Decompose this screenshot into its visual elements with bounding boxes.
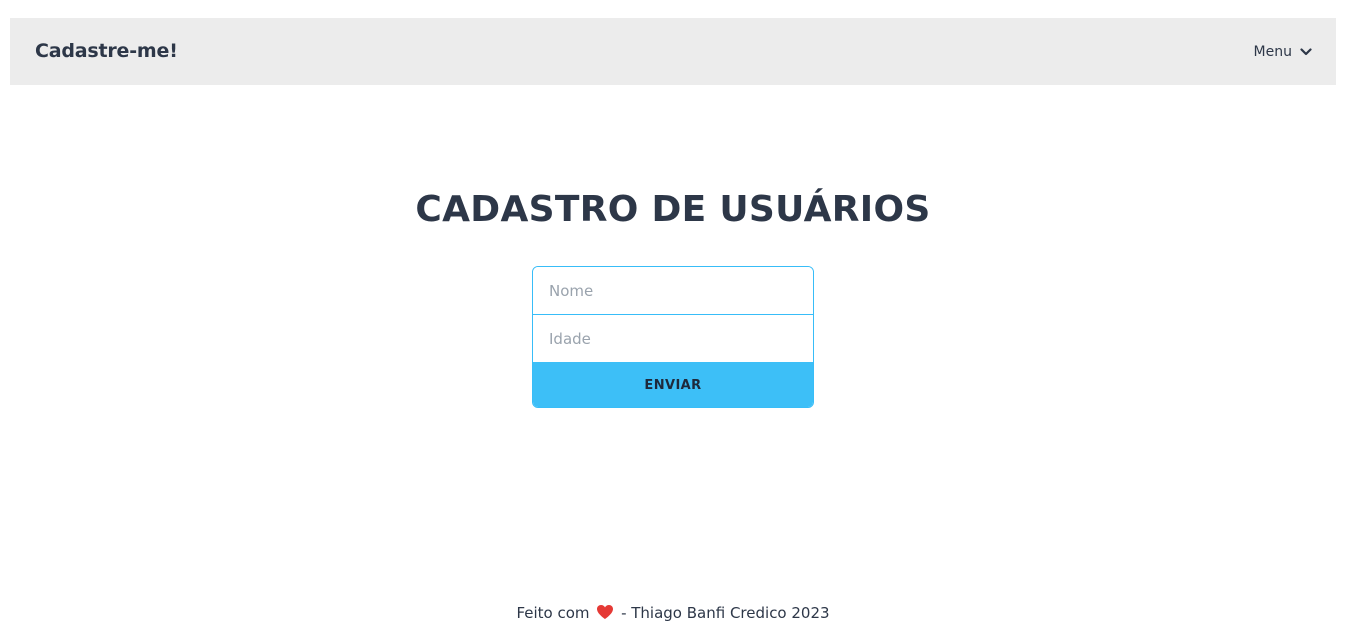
menu-button[interactable]: Menu (1254, 18, 1312, 85)
footer-prefix: Feito com (516, 604, 590, 622)
footer-suffix: - Thiago Banfi Credico 2023 (621, 604, 830, 622)
heart-icon (596, 604, 614, 626)
chevron-down-icon (1300, 47, 1312, 56)
name-input[interactable] (533, 267, 813, 314)
brand-title[interactable]: Cadastre-me! (35, 18, 178, 85)
footer: Feito com - Thiago Banfi Credico 2023 (0, 602, 1346, 626)
user-registration-form: ENVIAR (532, 266, 814, 408)
age-input[interactable] (533, 315, 813, 362)
menu-label: Menu (1253, 43, 1292, 60)
page-title: CADASTRO DE USUÁRIOS (415, 189, 931, 231)
submit-button[interactable]: ENVIAR (533, 362, 813, 407)
navbar: Cadastre-me! Menu (10, 18, 1336, 85)
